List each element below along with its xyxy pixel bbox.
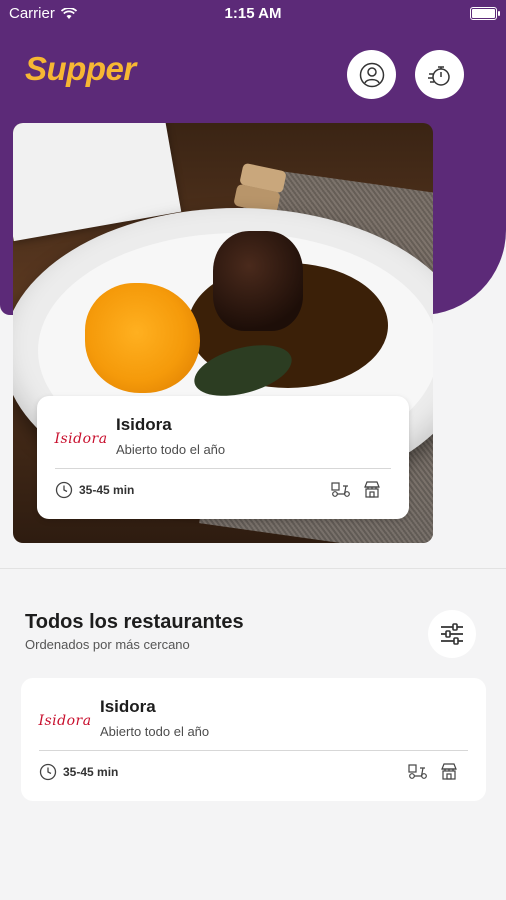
card-divider	[55, 468, 391, 469]
delivery-time-label: 35-45 min	[79, 483, 135, 497]
status-bar: Carrier 1:15 AM	[0, 0, 506, 28]
restaurant-status: Abierto todo el año	[116, 442, 226, 457]
section-subtitle: Ordenados por más cercano	[25, 637, 190, 652]
status-time: 1:15 AM	[224, 5, 282, 22]
service-icons	[331, 480, 381, 498]
service-icons	[408, 762, 458, 780]
squash-flower	[85, 283, 200, 393]
restaurant-name: Isidora	[116, 415, 172, 434]
scooter-icon	[331, 482, 350, 497]
delivery-time: 35-45 min	[55, 481, 134, 499]
restaurant-logo: Isidora	[54, 424, 108, 454]
store-icon	[441, 763, 457, 780]
battery-icon	[470, 7, 500, 20]
restaurant-logo: Isidora	[38, 706, 92, 736]
card-divider	[39, 750, 468, 751]
scooter-icon	[408, 764, 427, 779]
section-title: Todos los restaurantes	[25, 611, 244, 633]
delivery-time: 35-45 min	[39, 763, 118, 781]
sliders-icon	[441, 623, 463, 645]
delivery-time-label: 35-45 min	[63, 765, 119, 779]
restaurant-logo-text: Isidora	[54, 431, 108, 447]
user-icon	[359, 62, 384, 87]
store-icon	[364, 481, 380, 498]
section-divider	[0, 568, 506, 569]
restaurant-name: Isidora	[100, 697, 156, 716]
restaurant-status: Abierto todo el año	[100, 724, 210, 739]
stopwatch-icon	[427, 65, 450, 86]
featured-restaurant-card[interactable]: Isidora Isidora Abierto todo el año 35-4…	[37, 396, 409, 519]
restaurant-card[interactable]: Isidora Isidora Abierto todo el año 35-4…	[21, 678, 486, 801]
restaurant-logo-text: Isidora	[38, 713, 92, 729]
profile-button[interactable]	[347, 50, 396, 99]
clock-icon	[39, 763, 57, 781]
orders-button[interactable]	[415, 50, 464, 99]
filter-button[interactable]	[428, 610, 476, 658]
app-logo: Supper	[25, 50, 136, 87]
clock-icon	[55, 481, 73, 499]
steak	[213, 231, 303, 331]
